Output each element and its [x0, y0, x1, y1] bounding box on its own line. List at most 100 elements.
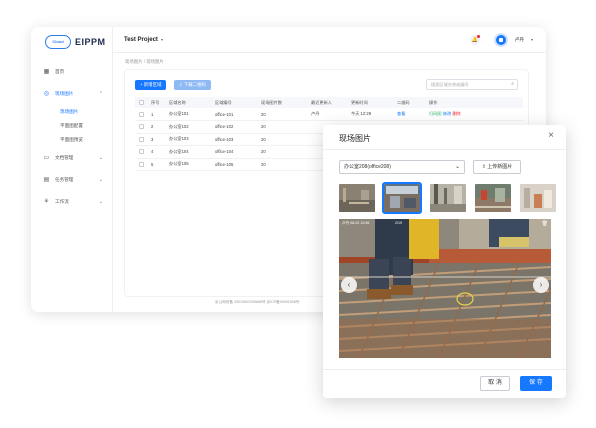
chevron-right-icon[interactable]: ›	[533, 277, 549, 293]
sidebar-item-documents[interactable]: ▭ 文档管理 ⌄	[31, 147, 113, 169]
edit-link[interactable]: 修改	[443, 111, 451, 116]
bell-icon[interactable]: 🔔	[470, 35, 480, 45]
col-header: 区域名称	[165, 97, 211, 108]
sidebar-nav: ▦ 首页 ◎ 现场图片 ⌃ 现场图片 平面图配置 平面图预览 ▭ 文档管理 ⌄ …	[31, 61, 113, 213]
row-select-cell[interactable]	[135, 120, 147, 134]
cell-code: office-102	[211, 120, 257, 134]
divider	[323, 369, 566, 370]
modal-title: 现场图片	[339, 134, 371, 143]
folder-icon: ▭	[43, 154, 50, 161]
workflow-icon: ⚘	[43, 198, 50, 205]
project-selector[interactable]: Test Project ▾	[124, 37, 163, 43]
thumbnail[interactable]	[520, 184, 556, 212]
upload-button[interactable]: ⇪ 上传新图片	[473, 160, 521, 174]
sidebar-item-tasks[interactable]: ▤ 任务管理 ⌄	[31, 169, 113, 191]
cell-actions: 扫码图 修改 删除	[425, 108, 523, 121]
chevron-up-icon: ⌃	[98, 91, 103, 97]
cell-name: 办公室103	[165, 133, 211, 146]
cell-no: 3	[147, 133, 165, 146]
download-qr-button[interactable]: ⇩ 下载二维码	[174, 80, 211, 90]
area-select[interactable]: 办公室208(office208) ⌄	[339, 160, 465, 174]
cell-code: office-105	[211, 158, 257, 171]
username[interactable]: 卢丹	[515, 37, 524, 43]
table-header-row: 序号 区域名称 区域编号 现场图片数 最近更新人 更新时间 二维码 操作	[135, 97, 523, 108]
cell-code: office-101	[211, 108, 257, 121]
sidebar-subitem-floorplan-preview[interactable]: 平面图预览	[31, 133, 113, 147]
cell-no: 4	[147, 145, 165, 159]
project-name: Test Project	[124, 36, 158, 43]
add-area-button[interactable]: + 新增区域	[135, 80, 167, 90]
sidebar: Cloud EIPPM ▦ 首页 ◎ 现场图片 ⌃ 现场图片 平面图配置 平面图…	[31, 27, 113, 312]
avatar[interactable]	[494, 33, 508, 47]
row-select-cell[interactable]	[135, 145, 147, 159]
cell-name: 办公室102	[165, 120, 211, 134]
sidebar-item-label: 文档管理	[55, 155, 74, 160]
divider	[323, 149, 566, 150]
sidebar-item-workflow[interactable]: ⚘ 工作流 ⌄	[31, 191, 113, 213]
select-all-cell[interactable]	[135, 97, 147, 108]
row-checkbox[interactable]	[139, 124, 144, 130]
search-icon[interactable]: ⌕	[511, 80, 514, 89]
cancel-button[interactable]: 取 消	[480, 376, 510, 391]
thumbnail-selected[interactable]	[382, 182, 422, 214]
col-header: 二维码	[393, 97, 425, 108]
cell-code: office-104	[211, 145, 257, 159]
save-button[interactable]: 保 存	[520, 376, 552, 391]
trash-icon[interactable]: 🗑	[542, 221, 548, 227]
sidebar-subitem-floorplan-config[interactable]: 平面图配置	[31, 119, 113, 133]
col-header: 区域编号	[211, 97, 257, 108]
chevron-left-icon[interactable]: ‹	[341, 277, 357, 293]
row-select-cell[interactable]	[135, 158, 147, 171]
camera-icon: ◎	[43, 90, 50, 97]
row-checkbox[interactable]	[139, 161, 144, 167]
row-checkbox[interactable]	[139, 136, 144, 142]
thumbnail[interactable]	[430, 184, 466, 212]
row-checkbox[interactable]	[139, 111, 144, 117]
thumbnail-strip	[339, 182, 556, 214]
cell-time: 今天 12:29	[347, 108, 393, 121]
site-photo	[339, 219, 551, 358]
row-select-cell[interactable]	[135, 133, 147, 146]
search-input[interactable]: 搜索区域名称或编号 ⌕	[426, 79, 518, 90]
sidebar-item-label: 任务管理	[55, 177, 74, 182]
col-header: 最近更新人	[307, 97, 347, 108]
sidebar-item-label: 首页	[55, 69, 65, 74]
cell-count: 20	[257, 108, 307, 121]
thumbnail[interactable]	[339, 184, 375, 212]
sidebar-item-label: 工作流	[55, 199, 69, 204]
grid-icon: ▦	[43, 68, 50, 75]
table-row[interactable]: 1 办公室101 office-101 20 卢丹 今天 12:29 查看 扫码…	[135, 108, 523, 121]
cell-code: office-103	[211, 133, 257, 146]
close-icon[interactable]: ×	[548, 131, 554, 141]
sidebar-item-home[interactable]: ▦ 首页	[31, 61, 113, 83]
cell-no: 5	[147, 158, 165, 171]
qr-view-link[interactable]: 查看	[393, 108, 425, 121]
chevron-down-icon[interactable]: ▾	[531, 37, 533, 42]
logo-text: EIPPM	[75, 37, 106, 47]
cell-count: 20	[257, 145, 307, 159]
sidebar-item-label: 现场图片	[55, 91, 74, 96]
scan-image-link[interactable]: 扫码图	[429, 111, 442, 116]
cell-no: 1	[147, 108, 165, 121]
col-header: 操作	[425, 97, 523, 108]
cell-name: 办公室101	[165, 108, 211, 121]
sidebar-item-site-photos[interactable]: ◎ 现场图片 ⌃	[31, 83, 113, 105]
chevron-down-icon: ▾	[159, 36, 164, 42]
delete-link[interactable]: 删除	[452, 111, 460, 116]
thumbnail[interactable]	[475, 184, 511, 212]
cell-count: 20	[257, 133, 307, 146]
chevron-down-icon: ⌄	[454, 164, 460, 170]
col-header: 序号	[147, 97, 165, 108]
sidebar-subitem-site-photos[interactable]: 现场图片	[31, 105, 113, 119]
photo-viewer[interactable]: 卢丹 08-02 10:56 2/19 🗑 ‹ ›	[339, 219, 551, 358]
cell-count: 20	[257, 158, 307, 171]
cell-updater: 卢丹	[307, 108, 347, 121]
row-checkbox[interactable]	[139, 149, 144, 155]
topbar: Test Project ▾	[113, 27, 546, 53]
cell-name: 办公室105	[165, 158, 211, 171]
select-all-checkbox[interactable]	[139, 100, 144, 106]
cell-no: 2	[147, 120, 165, 134]
row-select-cell[interactable]	[135, 108, 147, 121]
area-select-value: 办公室208(office208)	[344, 164, 391, 170]
stage: Cloud EIPPM ▦ 首页 ◎ 现场图片 ⌃ 现场图片 平面图配置 平面图…	[0, 0, 596, 428]
